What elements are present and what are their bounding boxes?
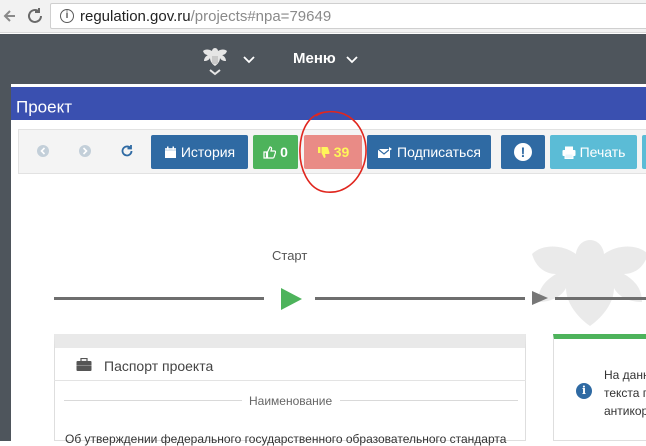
timeline-start-label: Старт bbox=[272, 248, 308, 263]
history-button[interactable]: История bbox=[151, 135, 248, 169]
divider bbox=[340, 400, 518, 401]
address-bar[interactable]: i regulation.gov.ru/projects#npa=79649 bbox=[50, 3, 646, 29]
prev-arrow-icon[interactable] bbox=[35, 143, 51, 159]
dislike-button[interactable]: 39 bbox=[304, 135, 362, 169]
menu-chevron-icon[interactable] bbox=[345, 53, 359, 67]
subscribe-button[interactable]: Подписаться bbox=[367, 135, 491, 169]
thumbs-up-icon bbox=[263, 146, 277, 159]
play-icon[interactable] bbox=[280, 288, 302, 310]
more-button[interactable] bbox=[642, 135, 646, 169]
dislike-count: 39 bbox=[333, 144, 350, 160]
timeline-line bbox=[54, 297, 264, 300]
envelope-icon bbox=[377, 147, 393, 158]
url-text: regulation.gov.ru/projects#npa=79649 bbox=[80, 8, 332, 25]
reload-icon[interactable] bbox=[24, 5, 46, 27]
print-button[interactable]: Печать bbox=[550, 135, 637, 169]
info-text-line: текста п bbox=[604, 386, 646, 400]
page-title: Проект bbox=[16, 97, 72, 117]
info-icon: i bbox=[576, 383, 592, 399]
menu-button[interactable]: Меню bbox=[293, 50, 336, 67]
passport-title[interactable]: Паспорт проекта bbox=[104, 358, 213, 374]
back-icon[interactable] bbox=[0, 5, 22, 27]
refresh-icon[interactable] bbox=[119, 143, 135, 159]
exclamation-icon: ! bbox=[514, 143, 532, 161]
site-info-icon[interactable]: i bbox=[60, 9, 74, 23]
timeline-line bbox=[315, 297, 525, 300]
coat-of-arms-icon[interactable] bbox=[200, 44, 230, 81]
passport-card bbox=[54, 334, 526, 441]
like-button[interactable]: 0 bbox=[253, 135, 298, 169]
like-count: 0 bbox=[280, 144, 288, 160]
briefcase-icon bbox=[76, 358, 92, 371]
left-sidebar-strip bbox=[0, 84, 11, 441]
field-label: Наименование bbox=[249, 394, 333, 408]
printer-icon bbox=[562, 146, 576, 159]
timeline-arrow-icon bbox=[532, 291, 548, 305]
report-button[interactable]: ! bbox=[501, 135, 545, 169]
chevron-down-icon[interactable] bbox=[242, 53, 256, 67]
print-label: Печать bbox=[579, 144, 626, 160]
page-title-bar bbox=[11, 87, 646, 120]
thumbs-down-icon bbox=[317, 147, 330, 158]
subscribe-label: Подписаться bbox=[397, 144, 481, 160]
info-text-line: На данн bbox=[604, 368, 646, 382]
calendar-icon bbox=[164, 146, 176, 158]
project-name-value: Об утверждении федерального государствен… bbox=[65, 432, 507, 446]
divider bbox=[64, 400, 242, 401]
next-arrow-icon[interactable] bbox=[77, 143, 93, 159]
info-text-line: антикор bbox=[604, 404, 646, 418]
timeline-line bbox=[555, 297, 646, 300]
history-label: История bbox=[180, 144, 236, 160]
divider bbox=[54, 380, 526, 381]
svg-text:!: ! bbox=[521, 144, 526, 160]
